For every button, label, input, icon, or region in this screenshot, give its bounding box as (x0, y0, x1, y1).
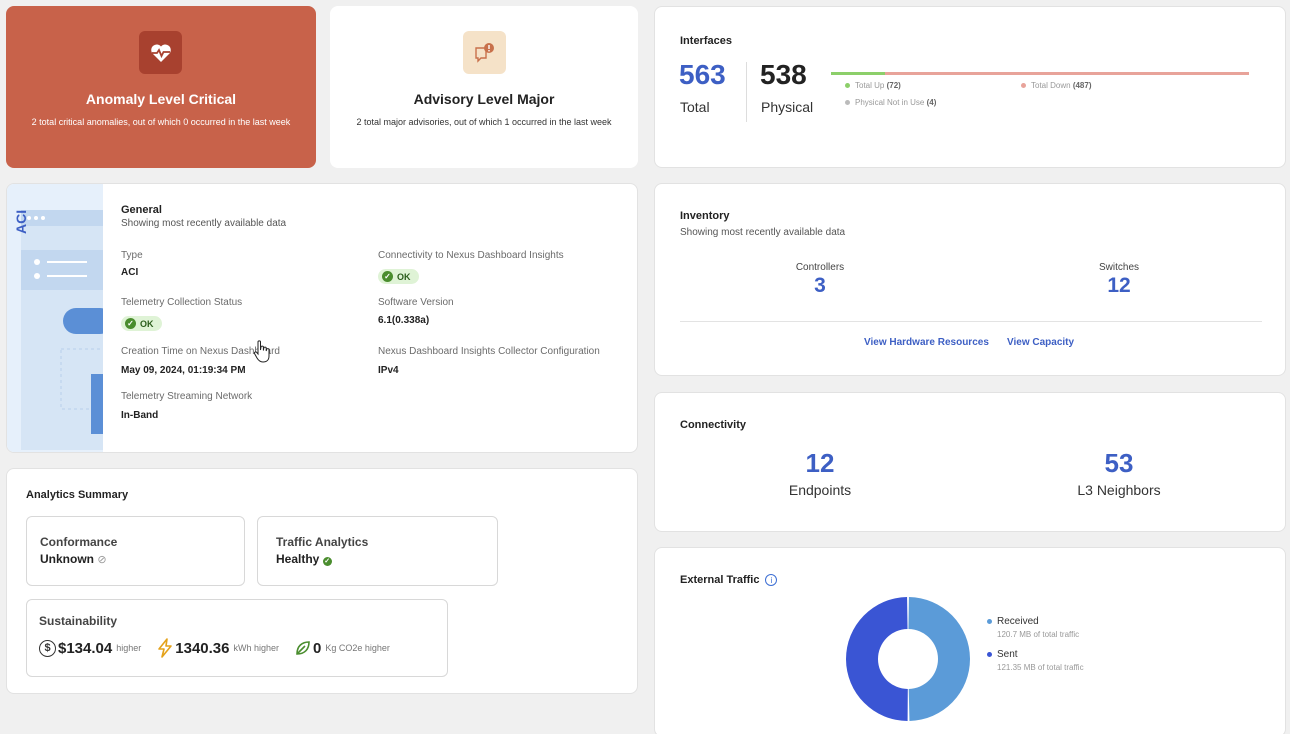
conformance-value: Unknown (40, 552, 94, 566)
cost-value: $134.04 (58, 639, 113, 657)
interfaces-physical-label: Physical (761, 99, 814, 115)
streaming-value: In-Band (121, 410, 159, 421)
advisory-card[interactable]: Advisory Level Major 2 total major advis… (330, 6, 638, 168)
traffic-analytics-card[interactable]: Traffic Analytics Healthy ✓ (257, 516, 498, 586)
leaf-icon (296, 641, 310, 655)
switches-stat[interactable]: Switches 12 (1054, 262, 1184, 298)
interfaces-card: Interfaces 563 Total 538 Physical Total … (654, 6, 1286, 168)
streaming-label: Telemetry Streaming Network (121, 391, 253, 402)
aci-illustration: ACI (7, 184, 103, 452)
hand-cursor-icon (253, 340, 270, 363)
anomaly-description: 2 total critical anomalies, out of which… (31, 117, 291, 127)
general-title: General (121, 204, 162, 216)
general-card: ACI General Showing most recently availa… (6, 183, 638, 453)
view-capacity-link[interactable]: View Capacity (1007, 337, 1074, 348)
dollar-icon: $ (39, 639, 56, 657)
type-value: ACI (121, 267, 139, 278)
interfaces-total-label: Total (680, 99, 710, 115)
energy-suffix: kWh higher (233, 643, 280, 653)
endpoints-stat[interactable]: 12 Endpoints (755, 448, 885, 498)
conformance-label: Conformance (40, 535, 118, 549)
legend-sent[interactable]: Sent 121.35 MB of total traffic (987, 649, 1084, 672)
interfaces-total-value: 563 (679, 59, 726, 90)
legend-total-down[interactable]: Total Down (487) (1021, 81, 1092, 90)
external-traffic-title: External Traffic (680, 574, 760, 586)
telemetry-label: Telemetry Collection Status (121, 297, 243, 308)
carbon-suffix: Kg CO2e higher (325, 643, 390, 653)
interfaces-title: Interfaces (680, 35, 732, 47)
check-icon: ✓ (382, 271, 393, 282)
inventory-title: Inventory (680, 210, 730, 222)
sustainability-label: Sustainability (39, 614, 118, 628)
chat-alert-icon (463, 31, 506, 74)
lightning-icon (158, 638, 173, 658)
connectivity-title: Connectivity (680, 419, 747, 431)
divider (680, 321, 1262, 322)
info-icon[interactable]: i (765, 574, 778, 586)
divider (746, 62, 747, 122)
interfaces-up-fill (831, 72, 886, 75)
type-label: Type (121, 250, 143, 261)
energy-value: 1340.36 (175, 639, 230, 657)
donut-slice-received[interactable] (908, 597, 970, 721)
controllers-stat[interactable]: Controllers 3 (755, 262, 885, 298)
general-subtitle: Showing most recently available data (121, 218, 287, 229)
interfaces-physical-value: 538 (760, 59, 807, 90)
cost-suffix: higher (116, 643, 142, 653)
anomaly-card[interactable]: Anomaly Level Critical 2 total critical … (6, 6, 316, 168)
unknown-icon: ⊘ (97, 554, 107, 566)
external-traffic-donut-chart[interactable] (845, 596, 971, 722)
healthy-check-icon: ✓ (322, 557, 332, 566)
external-traffic-card: External Traffic i Received 120.7 MB of … (654, 547, 1286, 734)
connectivity-status-badge: ✓ OK (378, 269, 419, 284)
sustainability-card[interactable]: Sustainability $ $134.04 higher 1340.36 … (26, 599, 448, 677)
donut-slice-sent[interactable] (846, 597, 908, 721)
legend-received[interactable]: Received 120.7 MB of total traffic (987, 616, 1079, 639)
view-hardware-resources-link[interactable]: View Hardware Resources (864, 337, 989, 348)
advisory-title: Advisory Level Major (413, 91, 555, 107)
connectivity-label: Connectivity to Nexus Dashboard Insights (378, 250, 564, 261)
telemetry-status-badge: ✓ OK (121, 316, 162, 331)
interfaces-status-bar[interactable] (831, 72, 1249, 75)
check-icon: ✓ (125, 318, 136, 329)
pulse-icon (139, 31, 182, 74)
software-version-link[interactable]: 6.1(0.338a) (378, 315, 454, 326)
traffic-analytics-label: Traffic Analytics (276, 535, 369, 549)
inventory-subtitle: Showing most recently available data (680, 227, 846, 238)
inventory-card: Inventory Showing most recently availabl… (654, 183, 1286, 376)
creation-value: May 09, 2024, 01:19:34 PM (121, 365, 246, 376)
connectivity-card: Connectivity 12 Endpoints 53 L3 Neighbor… (654, 392, 1286, 532)
traffic-analytics-value: Healthy (276, 552, 320, 566)
l3-neighbors-stat[interactable]: 53 L3 Neighbors (1054, 448, 1184, 498)
collector-value: IPv4 (378, 365, 399, 376)
analytics-summary-card: Analytics Summary Conformance Unknown ⊘ … (6, 468, 638, 694)
carbon-value: 0 (313, 639, 322, 657)
legend-not-in-use[interactable]: Physical Not in Use (4) (845, 98, 936, 107)
advisory-description: 2 total major advisories, out of which 1… (356, 117, 612, 127)
analytics-title: Analytics Summary (26, 489, 129, 501)
conformance-card[interactable]: Conformance Unknown ⊘ (26, 516, 245, 586)
aci-label: ACI (13, 209, 29, 234)
anomaly-title: Anomaly Level Critical (85, 91, 237, 107)
legend-total-up[interactable]: Total Up (72) (845, 81, 901, 90)
software-label: Software Version (378, 297, 454, 308)
collector-label: Nexus Dashboard Insights Collector Confi… (378, 346, 600, 357)
